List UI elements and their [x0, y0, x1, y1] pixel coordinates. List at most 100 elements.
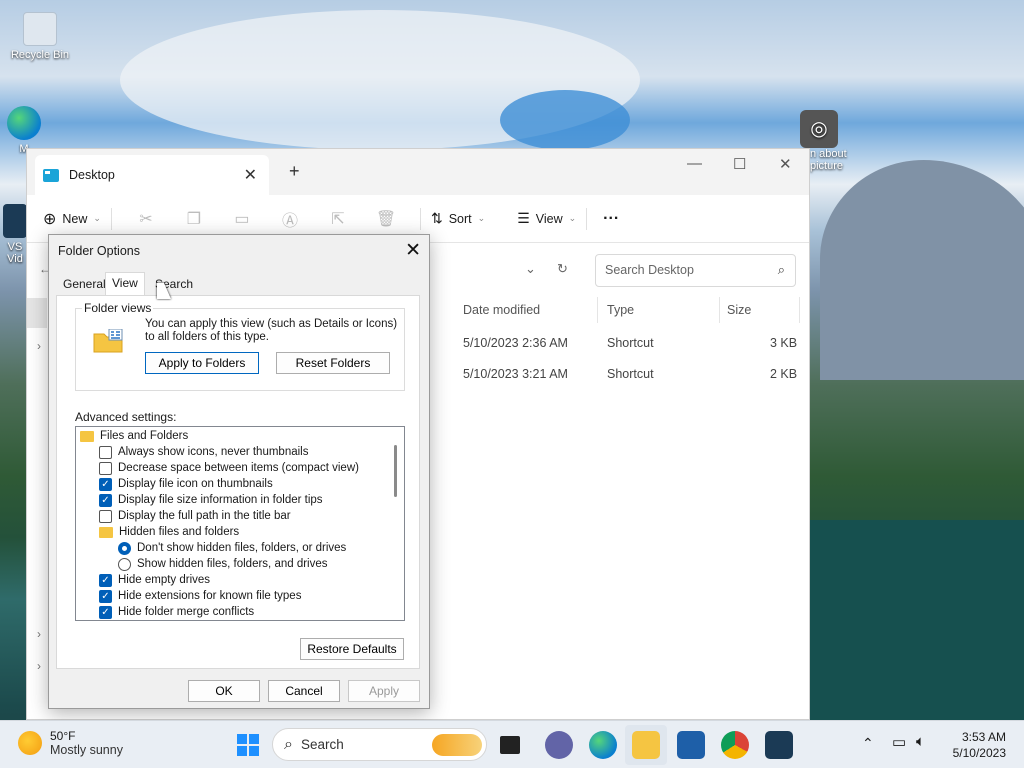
setting-full-path-title[interactable]: Display the full path in the title bar [99, 508, 291, 524]
teams-chat-icon[interactable] [545, 731, 573, 759]
folder-icon [80, 430, 94, 442]
checkbox[interactable] [99, 461, 112, 475]
volume-icon[interactable]: 🔈︎ [916, 733, 925, 750]
address-history-chevron-icon[interactable]: ⌄ [525, 261, 536, 277]
setting-file-size-tips[interactable]: ✓ Display file size information in folde… [99, 492, 323, 508]
apply-to-folders-button[interactable]: Apply to Folders [145, 352, 259, 374]
expand-chevron-icon[interactable]: › [37, 659, 41, 673]
dialog-close-icon[interactable]: ✕ [405, 239, 421, 262]
taskbar-search-box[interactable]: ⌕ Search [272, 728, 487, 761]
more-options-icon[interactable]: ··· [603, 210, 619, 228]
expand-chevron-icon[interactable]: › [37, 627, 41, 641]
sort-icon: ⇅ [430, 210, 443, 226]
new-tab-icon[interactable]: + [289, 161, 300, 182]
dialog-title: Folder Options [58, 244, 140, 258]
view-button[interactable]: ☰ View ⌄ [517, 210, 576, 227]
refresh-icon[interactable]: ↻ [557, 261, 568, 277]
setting-hide-merge-conflicts[interactable]: ✓ Hide folder merge conflicts [99, 604, 254, 620]
tab-general[interactable]: General [57, 275, 112, 293]
edge-desktop-icon[interactable]: M [4, 106, 44, 155]
radio-dont-show-hidden[interactable]: Don't show hidden files, folders, or dri… [118, 540, 346, 556]
setting-compact-view[interactable]: Decrease space between items (compact vi… [99, 460, 359, 476]
radio-label: Don't show hidden files, folders, or dri… [137, 542, 347, 554]
expand-chevron-icon[interactable]: › [37, 339, 41, 353]
copy-icon[interactable]: ❐ [170, 209, 218, 229]
start-button[interactable] [234, 731, 262, 759]
cancel-button[interactable]: Cancel [268, 680, 340, 702]
chevron-up-icon[interactable]: ⌃ [862, 735, 874, 752]
advanced-settings-list[interactable]: Files and Folders Always show icons, nev… [75, 426, 405, 621]
folder-options-dialog: Folder Options ✕ General View Search Fol… [48, 234, 430, 709]
delete-icon[interactable]: 🗑︎ [362, 209, 410, 229]
toolbar-divider [586, 207, 588, 230]
radio[interactable] [118, 557, 131, 571]
recycle-bin-graphic [23, 12, 57, 46]
setting-file-icon-thumbnails[interactable]: ✓ Display file icon on thumbnails [99, 476, 273, 492]
apply-button[interactable]: Apply [348, 680, 420, 702]
mountain [820, 160, 1024, 380]
file-explorer-taskbar-icon[interactable] [632, 731, 660, 759]
task-view-icon[interactable] [500, 736, 520, 754]
checkbox-checked[interactable]: ✓ [99, 493, 112, 507]
network-icon[interactable]: ▭ [892, 733, 906, 751]
checkbox[interactable] [99, 509, 112, 523]
setting-hide-empty-drives[interactable]: ✓ Hide empty drives [99, 572, 210, 588]
checkbox[interactable] [99, 445, 112, 459]
mouse-cursor-icon [157, 283, 171, 299]
search-icon: ⌕ [284, 735, 293, 753]
store-icon[interactable] [677, 731, 705, 759]
row-2-date: 5/10/2023 3:21 AM [463, 367, 568, 381]
setting-label: Hide extensions for known file types [118, 590, 302, 602]
row-1-date: 5/10/2023 2:36 AM [463, 336, 568, 350]
column-divider[interactable] [597, 297, 598, 323]
close-window-icon[interactable]: ✕ [779, 155, 792, 173]
rename-icon[interactable]: Ⓐ [266, 207, 314, 231]
reset-folders-button[interactable]: Reset Folders [276, 352, 390, 374]
minimize-icon[interactable]: — [687, 155, 702, 172]
plus-circle-icon: ⊕ [43, 210, 57, 228]
row-2-type: Shortcut [607, 367, 654, 381]
share-icon[interactable]: ⇱ [314, 209, 362, 229]
chrome-icon[interactable] [721, 731, 749, 759]
vs-desktop-icon[interactable]: VS Vid [0, 204, 30, 265]
maximize-icon[interactable]: ☐ [733, 155, 746, 173]
radio-show-hidden[interactable]: Show hidden files, folders, and drives [118, 556, 328, 572]
new-button[interactable]: ⊕ New ⌄ [43, 209, 101, 229]
column-size[interactable]: Size [727, 303, 751, 317]
radio-selected[interactable] [118, 541, 131, 555]
hidden-group-label: Hidden files and folders [119, 526, 240, 538]
vs-taskbar-icon[interactable] [765, 731, 793, 759]
search-desktop-input[interactable]: Search Desktop ⌕ [595, 254, 796, 287]
column-date-modified[interactable]: Date modified [463, 303, 540, 317]
edge-taskbar-icon[interactable] [589, 731, 617, 759]
recycle-bin-icon[interactable]: Recycle Bin [5, 12, 75, 61]
setting-always-show-icons[interactable]: Always show icons, never thumbnails [99, 444, 308, 460]
scrollbar-thumb[interactable] [394, 445, 397, 497]
cut-icon[interactable]: ✂ [122, 209, 170, 229]
setting-label: Always show icons, never thumbnails [118, 446, 309, 458]
tab-close-icon[interactable]: ✕ [244, 165, 257, 185]
tab-desktop[interactable]: Desktop ✕ [35, 155, 269, 195]
tab-view[interactable]: View [105, 272, 145, 296]
checkbox-checked[interactable]: ✓ [99, 477, 112, 491]
checkbox-checked[interactable]: ✓ [99, 605, 112, 619]
checkbox-checked[interactable]: ✓ [99, 589, 112, 603]
column-divider[interactable] [799, 297, 800, 323]
column-type[interactable]: Type [607, 303, 634, 317]
toolbar-divider [419, 207, 421, 230]
paste-icon[interactable]: ▭ [218, 209, 266, 229]
folder-icon [99, 526, 113, 538]
chevron-down-icon: ⌄ [477, 213, 486, 223]
column-divider[interactable] [719, 297, 720, 323]
chevron-down-icon: ⌄ [568, 213, 577, 223]
ok-button[interactable]: OK [188, 680, 260, 702]
taskbar-search-label: Search [300, 737, 344, 752]
setting-hide-extensions[interactable]: ✓ Hide extensions for known file types [99, 588, 301, 604]
weather-widget[interactable]: 50°F Mostly sunny [18, 729, 123, 757]
checkbox-checked[interactable]: ✓ [99, 573, 112, 587]
advanced-settings-label: Advanced settings: [75, 410, 177, 424]
clock[interactable]: 3:53 AM 5/10/2023 [950, 729, 1006, 761]
sort-button[interactable]: ⇅ Sort ⌄ [431, 210, 485, 227]
restore-defaults-button[interactable]: Restore Defaults [300, 638, 404, 660]
tree-root-files-and-folders: Files and Folders [80, 428, 188, 444]
